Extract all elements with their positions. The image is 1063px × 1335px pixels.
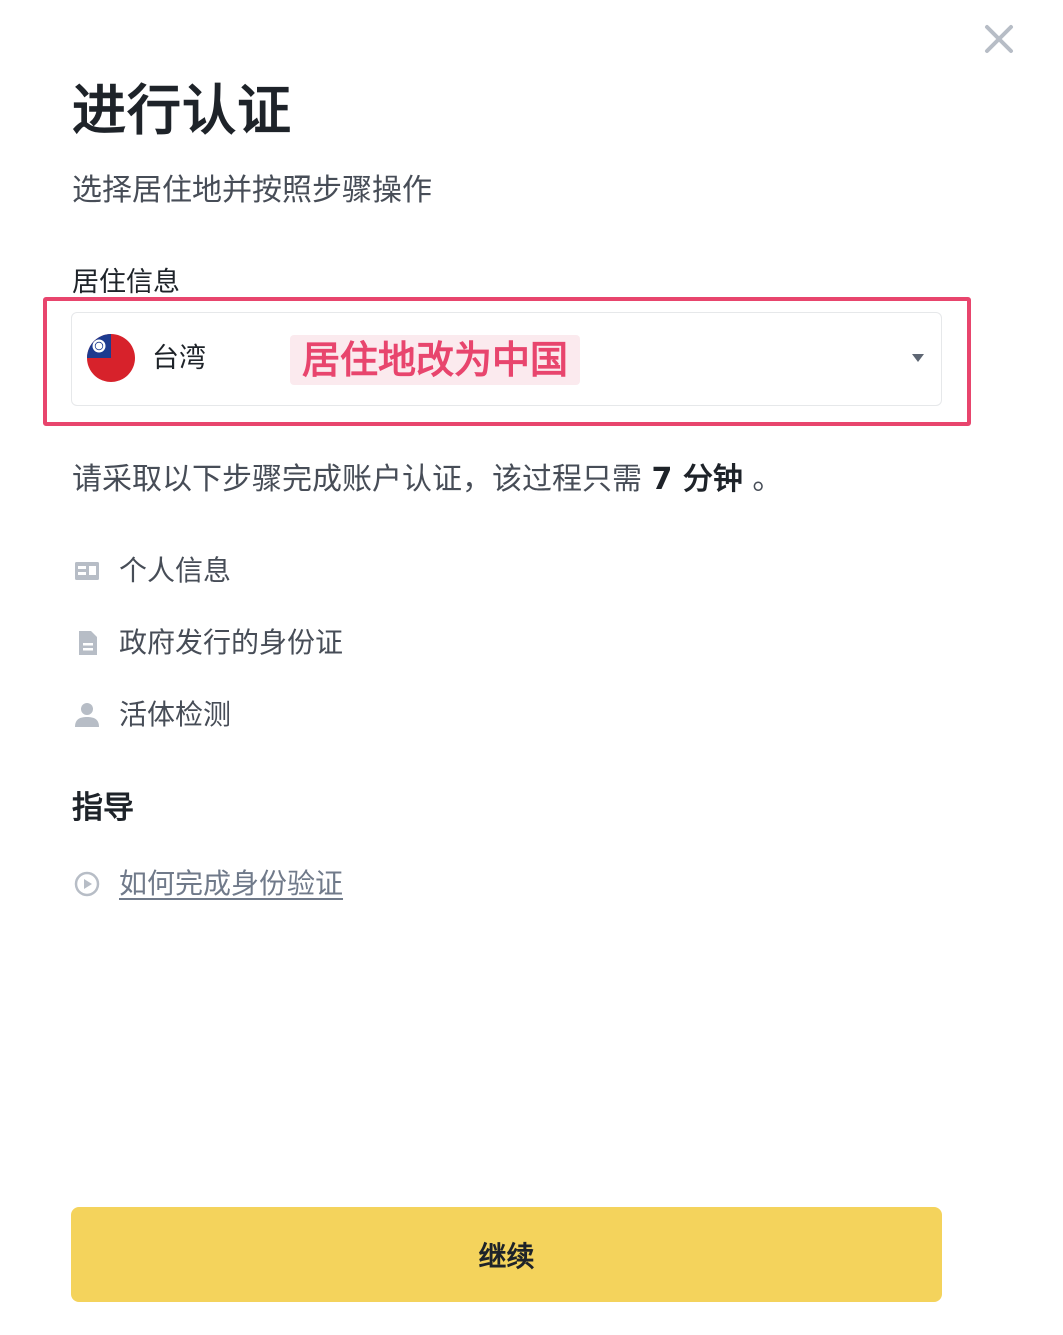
id-card-icon: [75, 562, 99, 580]
taiwan-flag-icon: [87, 334, 135, 382]
page-subtitle: 选择居住地并按照步骤操作: [72, 173, 432, 208]
document-icon: [79, 631, 97, 655]
selected-country: 台湾: [152, 343, 206, 374]
chevron-down-icon: [912, 354, 924, 362]
residence-select[interactable]: 台湾 居住地改为中国: [71, 312, 942, 406]
play-circle-icon: [74, 871, 100, 897]
info-prefix: 请采取以下步骤完成账户认证，该过程只需: [72, 462, 642, 497]
close-icon: [985, 25, 1013, 53]
person-icon: [75, 703, 99, 727]
continue-button[interactable]: 继续: [71, 1207, 942, 1302]
verification-time-info: 请采取以下步骤完成账户认证，该过程只需 7 分钟 。: [72, 458, 782, 502]
info-duration: 7 分钟: [651, 462, 743, 497]
guide-heading: 指导: [72, 790, 134, 826]
info-suffix: 。: [752, 462, 783, 497]
page-title: 进行认证: [72, 79, 292, 142]
annotation-note: 居住地改为中国: [290, 335, 581, 385]
guide-link-label: 如何完成身份验证: [119, 867, 344, 900]
how-to-verify-link[interactable]: 如何完成身份验证: [72, 862, 343, 906]
step-government-id: 政府发行的身份证: [72, 621, 343, 665]
close-button[interactable]: [980, 20, 1018, 58]
step-liveness-check: 活体检测: [72, 693, 231, 737]
step-personal-info: 个人信息: [72, 549, 231, 593]
